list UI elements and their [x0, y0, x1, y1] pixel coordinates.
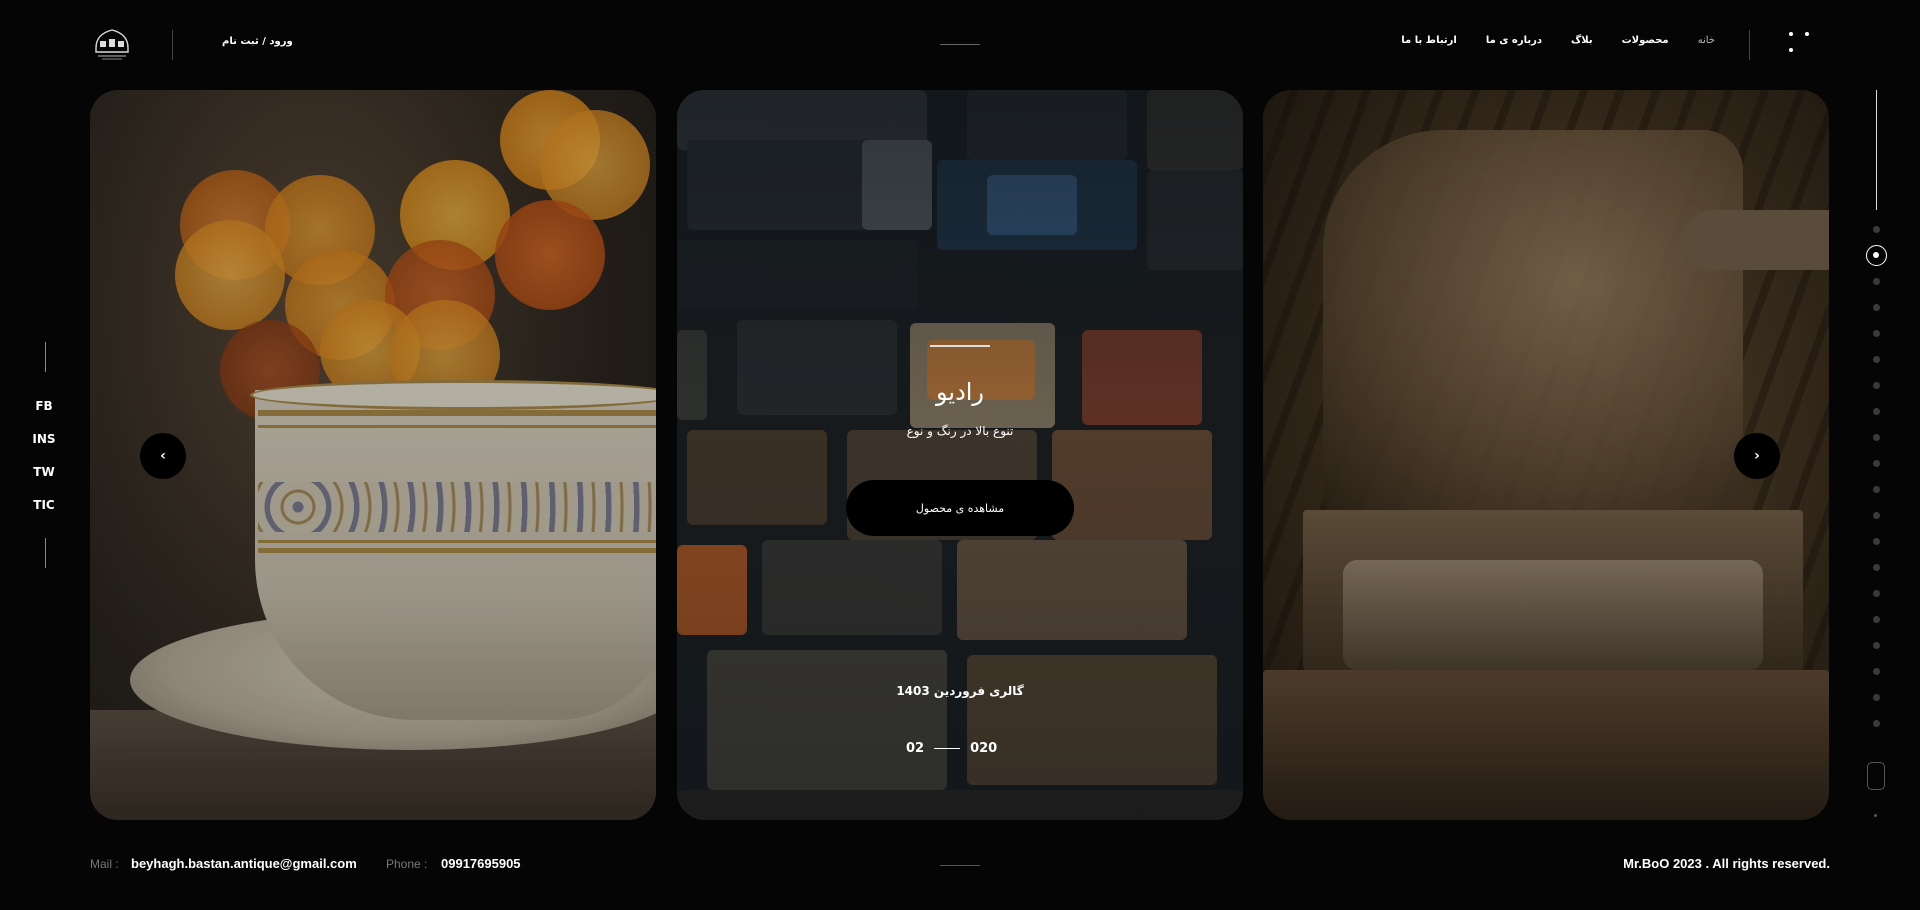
chevron-left-icon[interactable]: ‹	[140, 433, 186, 479]
social-bottom-line	[45, 538, 46, 568]
slide-current: 02	[906, 741, 925, 756]
antique-shop-logo-icon[interactable]	[90, 26, 134, 62]
social-tiktok-link[interactable]: TIC	[26, 497, 62, 530]
slide-counter: 02 020	[906, 741, 997, 756]
pagination-dot[interactable]	[1873, 590, 1880, 597]
header-center-line	[940, 44, 980, 45]
pagination-dot[interactable]	[1873, 486, 1880, 493]
pagination-dot[interactable]	[1873, 278, 1880, 285]
main-nav: خانه محصولات بلاگ درباره ی ما ارتباط با …	[1372, 35, 1715, 46]
pagination-dot[interactable]	[1873, 434, 1880, 441]
counter-divider	[934, 748, 961, 749]
phone-link[interactable]: 09917695905	[441, 856, 521, 871]
pagination-dot[interactable]	[1873, 668, 1880, 675]
pagination-dot[interactable]	[1873, 720, 1880, 727]
pagination-rail	[1876, 90, 1877, 210]
slide-title: رادیو	[935, 378, 985, 406]
chevron-right-icon[interactable]: ›	[1734, 433, 1780, 479]
mail-label: Mail :	[90, 857, 119, 871]
pagination-dot[interactable]	[1873, 512, 1880, 519]
pagination-dot[interactable]	[1873, 460, 1880, 467]
nav-item-contact[interactable]: ارتباط با ما	[1401, 35, 1457, 46]
pagination-dot[interactable]	[1873, 616, 1880, 623]
social-links: FB INS TW TIC	[26, 398, 62, 530]
scroll-dot	[1874, 814, 1877, 817]
pagination-dot[interactable]	[1873, 642, 1880, 649]
pagination-dot[interactable]	[1873, 694, 1880, 701]
nav-item-blog[interactable]: بلاگ	[1571, 35, 1593, 46]
menu-dots-icon[interactable]	[1789, 32, 1811, 56]
nav-item-about[interactable]: درباره ی ما	[1486, 35, 1542, 46]
pagination-dot[interactable]	[1873, 538, 1880, 545]
social-top-line	[45, 342, 46, 372]
pagination-dot-active[interactable]	[1866, 245, 1887, 266]
nav-item-products[interactable]: محصولات	[1622, 35, 1669, 46]
header: ورود / ثبت نام خانه محصولات بلاگ درباره …	[0, 0, 1920, 90]
slide-image-radios[interactable]	[677, 90, 1243, 820]
pagination-dot[interactable]	[1873, 564, 1880, 571]
nav-item-home[interactable]: خانه	[1698, 35, 1715, 46]
social-facebook-link[interactable]: FB	[26, 398, 62, 431]
slide-title-line	[930, 345, 990, 347]
pagination-dot[interactable]	[1873, 330, 1880, 337]
pagination-dot[interactable]	[1873, 382, 1880, 389]
mail-link[interactable]: beyhagh.bastan.antique@gmail.com	[131, 856, 357, 871]
nav-divider	[1749, 30, 1750, 60]
header-divider	[172, 30, 173, 60]
slide-total: 020	[970, 741, 998, 756]
pagination-dot[interactable]	[1873, 356, 1880, 363]
view-product-button[interactable]: مشاهده ی محصول	[846, 480, 1074, 536]
copyright: Mr.BoO 2023 . All rights reserved.	[1623, 856, 1830, 871]
login-register-link[interactable]: ورود / ثبت نام	[222, 36, 293, 47]
pagination-dot[interactable]	[1873, 408, 1880, 415]
scroll-mouse-icon[interactable]	[1867, 762, 1885, 790]
social-twitter-link[interactable]: TW	[26, 464, 62, 497]
gallery-caption: گالری فروردین 1403	[896, 684, 1024, 698]
footer: Mail : beyhagh.bastan.antique@gmail.com …	[0, 850, 1920, 880]
pagination-dot[interactable]	[1873, 304, 1880, 311]
pagination-dot[interactable]	[1873, 226, 1880, 233]
phone-label: Phone :	[386, 857, 428, 871]
social-instagram-link[interactable]: INS	[26, 431, 62, 464]
slide-subtitle: تنوع بالا در رنگ و نوع	[906, 424, 1014, 438]
footer-center-line	[940, 865, 980, 866]
